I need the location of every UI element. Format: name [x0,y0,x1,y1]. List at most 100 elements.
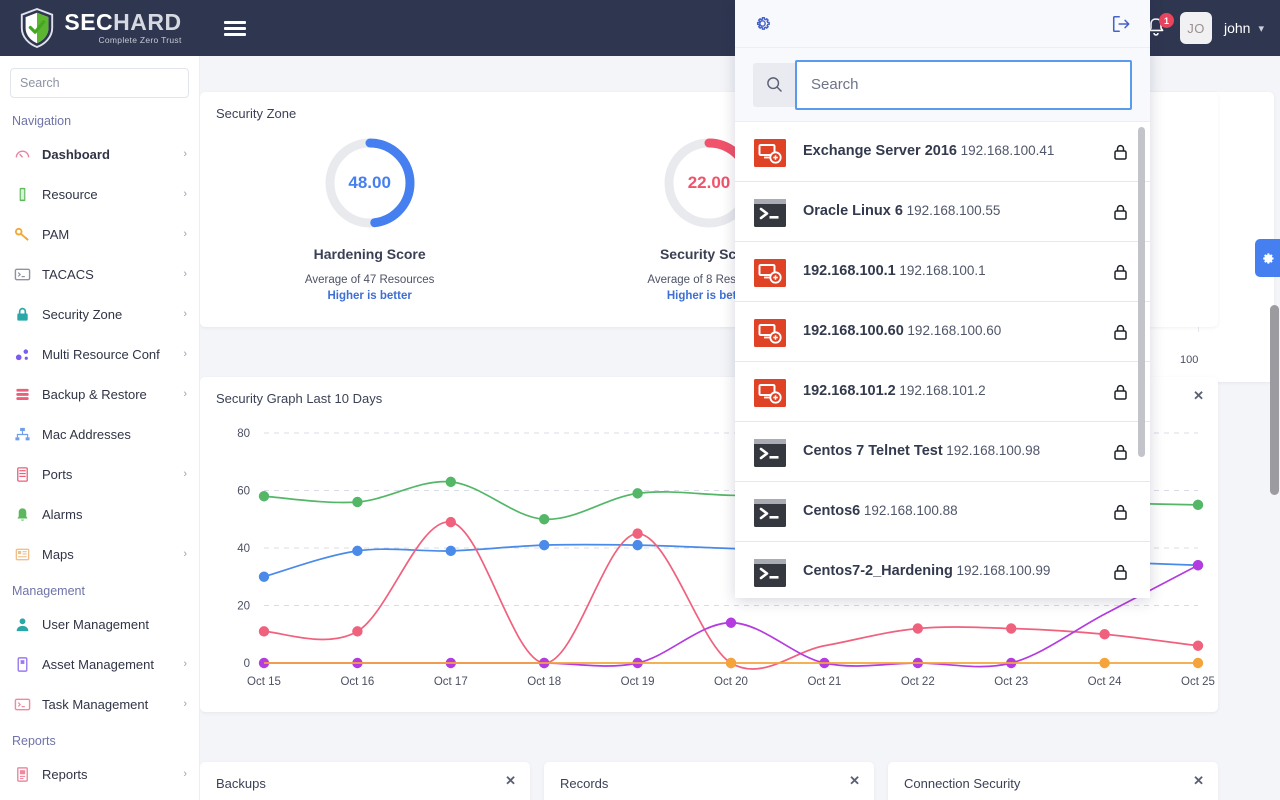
resource-list-item[interactable]: Centos6 192.168.100.88 [735,482,1150,542]
data-point [259,626,269,636]
resource-name: Centos6 [803,503,860,519]
lock-icon[interactable] [1113,563,1128,581]
asset-icon [14,656,31,673]
sidebar-item-mac-addresses[interactable]: Mac Addresses [0,414,199,454]
terminal-icon [753,498,787,526]
terminal-icon [753,498,787,528]
sidebar-item-security-zone[interactable]: Security Zone › [0,294,199,334]
avatar[interactable]: JO [1180,12,1212,44]
chevron-right-icon: › [183,308,187,320]
terminal-icon [753,198,787,228]
lock-icon[interactable] [1113,263,1128,281]
settings-tab-button[interactable] [1255,239,1280,277]
sidebar-item-label: Security Zone [42,307,172,322]
sidebar-item-ports[interactable]: Ports› [0,454,199,494]
data-point [1193,560,1203,570]
close-icon[interactable]: ✕ [849,774,860,787]
data-point [446,477,456,487]
x-axis-tick: Oct 20 [714,676,748,688]
lock-icon[interactable] [1113,503,1128,521]
logout-icon[interactable] [1110,14,1132,34]
resource-name: Oracle Linux 6 [803,203,903,219]
chevron-right-icon: › [183,658,187,670]
lock-icon[interactable] [1113,143,1128,161]
x-axis-tick: Oct 24 [1088,676,1122,688]
lock-icon[interactable] [1113,203,1128,221]
sidebar-search[interactable] [10,68,189,98]
resource-list-item[interactable]: Exchange Server 2016 192.168.100.41 [735,122,1150,182]
sidebar-section-label: Navigation [0,104,199,134]
sidebar-item-reports[interactable]: Reports› [0,754,199,794]
resource-text: 192.168.100.60 192.168.100.60 [803,322,1097,340]
lock-icon [1113,443,1128,461]
lock-icon [1113,203,1128,221]
sidebar: NavigationDashboard›Resource›PAM›TACACS›… [0,56,200,800]
close-icon[interactable]: ✕ [1193,389,1204,402]
resource-list-item[interactable]: 192.168.100.1 192.168.100.1 [735,242,1150,302]
lock-icon [1113,563,1128,581]
data-point [352,497,362,507]
sidebar-item-label: Task Management [42,697,172,712]
resource-list-item[interactable]: 192.168.101.2 192.168.101.2 [735,362,1150,422]
x-axis-tick: Oct 22 [901,676,935,688]
page-scrollbar[interactable] [1270,305,1279,495]
gauge-title: Hardening Score [314,245,426,264]
lock-icon[interactable] [1113,383,1128,401]
chevron-right-icon: › [183,548,187,560]
sitemap-icon [14,426,31,443]
chevron-right-icon: › [183,188,187,200]
data-point [726,618,736,628]
data-point [1193,658,1203,668]
resource-list-item[interactable]: Centos7-2_Hardening 192.168.100.99 [735,542,1150,598]
topbar-right: 1 JO john ▾ [1146,0,1280,56]
resource-list-item[interactable]: 192.168.100.60 192.168.100.60 [735,302,1150,362]
gear-icon[interactable] [753,14,772,33]
search-icon-box [753,63,796,107]
sidebar-item-task-management[interactable]: Task Management› [0,684,199,724]
resource-name: 192.168.101.2 [803,383,896,399]
sidebar-item-resource[interactable]: Resource › [0,174,199,214]
sidebar-item-label: Maps [42,547,172,562]
lock-icon[interactable] [1113,443,1128,461]
sidebar-section-label: Management [0,574,199,604]
data-point [1099,658,1109,668]
sidebar-item-pam[interactable]: PAM› [0,214,199,254]
sidebar-item-backup-restore[interactable]: Backup & Restore› [0,374,199,414]
resource-name: 192.168.100.1 [803,263,896,279]
sidebar-item-tacacs[interactable]: TACACS› [0,254,199,294]
ports-icon [14,466,31,483]
x-axis-tick: Oct 21 [807,676,841,688]
resource-list-item[interactable]: Centos 7 Telnet Test 192.168.100.98 [735,422,1150,482]
panel-scrollbar[interactable] [1138,127,1145,457]
username-label[interactable]: john [1224,20,1250,36]
search-input[interactable] [20,76,181,90]
sidebar-section-label: Reports [0,724,199,754]
gauge-ring: 48.00 [322,135,418,231]
resource-text: 192.168.100.1 192.168.100.1 [803,262,1097,280]
sidebar-item-alarms[interactable]: Alarms [0,494,199,534]
sidebar-item-asset-management[interactable]: Asset Management› [0,644,199,684]
lock-icon[interactable] [1113,323,1128,341]
sidebar-item-label: Resource [42,187,172,202]
resource-list[interactable]: Exchange Server 2016 192.168.100.41 Orac… [735,122,1150,598]
chevron-down-icon[interactable]: ▾ [1258,22,1264,35]
hamburger-icon[interactable] [224,17,246,39]
close-icon[interactable]: ✕ [505,774,516,787]
card-title: Connection Security [888,762,1218,791]
resource-ip: 192.168.100.1 [899,263,985,278]
connection-security-card: Connection Security ✕ [888,762,1218,800]
resource-list-item[interactable]: Oracle Linux 6 192.168.100.55 [735,182,1150,242]
resource-ip: 192.168.100.55 [907,203,1001,218]
sidebar-item-multi-resource-conf[interactable]: Multi Resource Conf› [0,334,199,374]
brand-tagline: Complete Zero Trust [64,36,181,45]
sidebar-item-dashboard[interactable]: Dashboard› [0,134,199,174]
close-icon[interactable]: ✕ [1193,774,1204,787]
brand-logo[interactable]: SECHARD Complete Zero Trust [0,0,200,56]
search-icon [766,76,783,93]
panel-search-input[interactable] [795,60,1132,110]
sidebar-item-label: Backup & Restore [42,387,172,402]
sidebar-item-label: TACACS [42,267,172,282]
sidebar-item-maps[interactable]: Maps › [0,534,199,574]
sidebar-item-user-management[interactable]: User Management [0,604,199,644]
lock-icon [1113,383,1128,401]
